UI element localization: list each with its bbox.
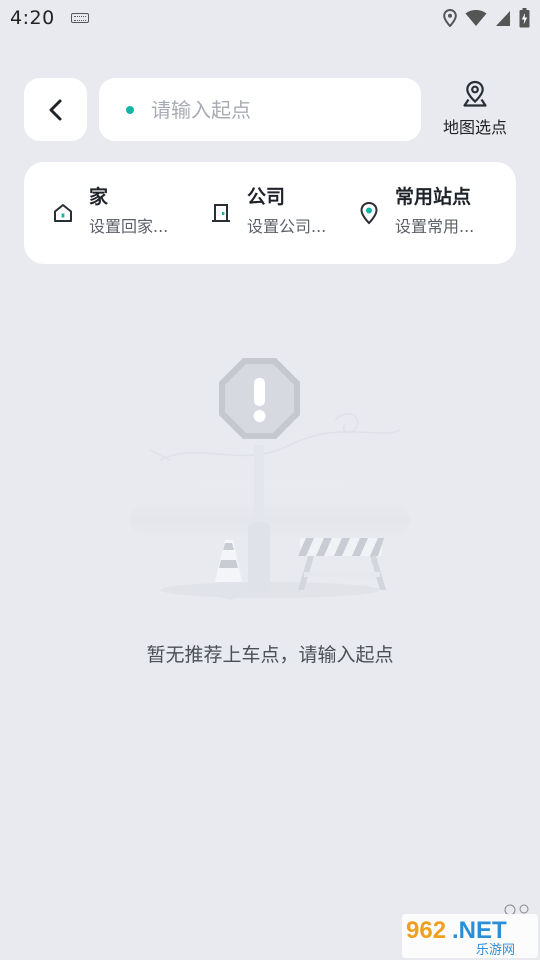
svg-text:乐游网: 乐游网 [476, 943, 515, 958]
location-pin-icon [357, 201, 381, 225]
location-status-icon [443, 9, 457, 27]
map-pin-icon [463, 80, 487, 107]
wifi-icon [465, 10, 487, 26]
home-icon [51, 201, 75, 225]
start-point-input[interactable] [151, 97, 391, 122]
status-bar: 4:20 [0, 0, 540, 36]
battery-icon [519, 8, 530, 28]
shortcut-station-subtitle: 设置常用... [395, 217, 475, 236]
start-point-search[interactable] [99, 78, 421, 141]
svg-text:.NET: .NET [452, 917, 507, 944]
back-button[interactable] [24, 78, 87, 141]
empty-state-message: 暂无推荐上车点，请输入起点 [146, 644, 394, 666]
shortcut-station[interactable]: 常用站点 设置常用... [357, 184, 474, 238]
empty-state-illustration [130, 358, 410, 600]
map-pick-button[interactable]: 地图选点 [432, 80, 518, 140]
shortcut-station-title: 常用站点 [395, 186, 472, 208]
status-time: 4:20 [10, 7, 55, 29]
watermark-logo: 962 .NET 乐游网 [402, 904, 538, 958]
chevron-left-icon [49, 99, 61, 120]
map-pick-label: 地图选点 [442, 118, 507, 137]
shortcut-home-subtitle: 设置回家... [89, 217, 169, 236]
svg-text:962: 962 [406, 917, 446, 944]
status-icons [443, 8, 530, 28]
office-door-icon [209, 201, 233, 225]
shortcut-work[interactable]: 公司 设置公司... [209, 184, 326, 238]
signal-icon [496, 10, 510, 26]
keyboard-icon [70, 13, 89, 23]
shortcuts-card: 家 设置回家... 公司 设置公司... 常用站点 设置常用... [24, 162, 516, 264]
shortcut-home-title: 家 [89, 186, 109, 208]
shortcut-home[interactable]: 家 设置回家... [51, 184, 168, 238]
shortcut-work-subtitle: 设置公司... [247, 217, 327, 236]
shortcut-work-title: 公司 [247, 186, 286, 208]
start-dot-icon [126, 105, 134, 114]
